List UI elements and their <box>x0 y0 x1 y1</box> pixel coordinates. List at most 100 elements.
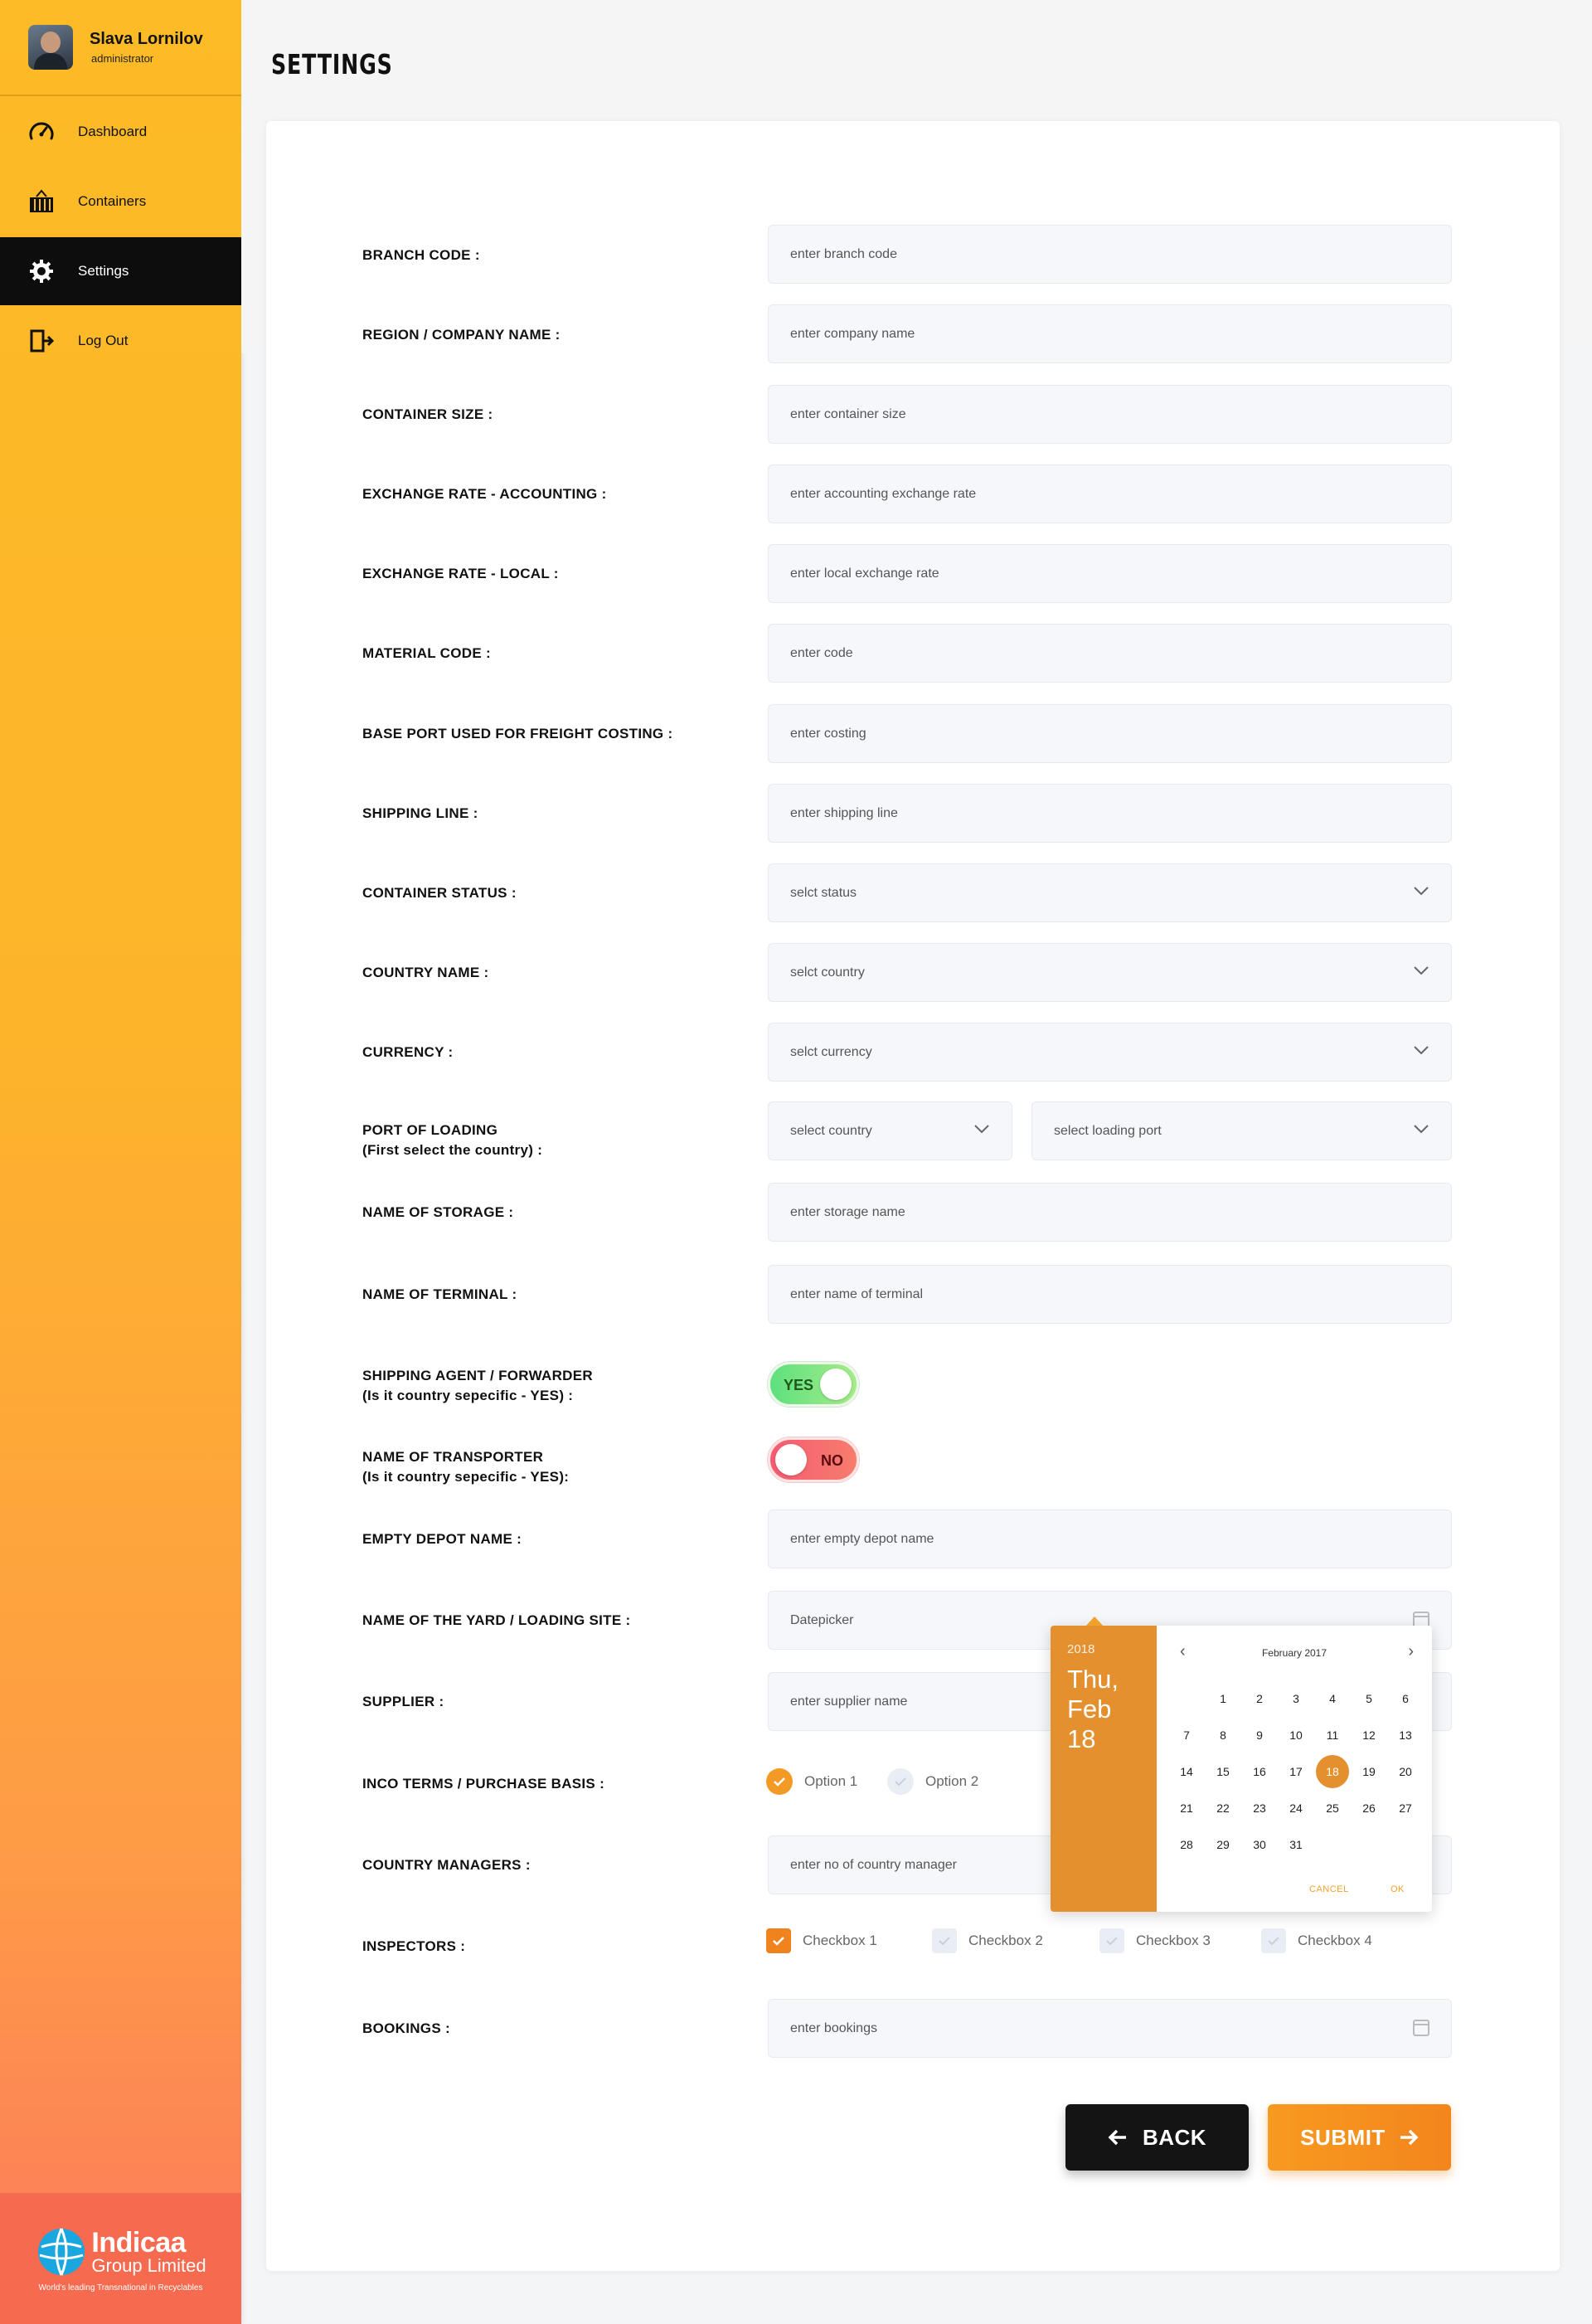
bookings-input[interactable]: enter bookings <box>768 1999 1452 2058</box>
datepicker-day-cell[interactable]: 17 <box>1279 1755 1313 1788</box>
submit-button-label: SUBMIT <box>1300 2124 1386 2150</box>
datepicker-day-cell[interactable]: 3 <box>1279 1682 1313 1715</box>
datepicker-day-cell[interactable]: 4 <box>1316 1682 1349 1715</box>
nav-item-settings[interactable]: Settings <box>0 237 241 305</box>
datepicker-cancel-button[interactable]: CANCEL <box>1309 1884 1349 1894</box>
back-button[interactable]: BACK <box>1065 2104 1249 2171</box>
base-port-input[interactable]: enter costing <box>768 704 1452 763</box>
datepicker-day-cell[interactable]: 11 <box>1316 1719 1349 1752</box>
nav-label-dashboard: Dashboard <box>78 124 148 139</box>
label-port-loading-line1: PORT OF LOADING <box>362 1122 498 1138</box>
datepicker-day-cell[interactable]: 8 <box>1206 1719 1240 1752</box>
datepicker-day-cell[interactable]: 19 <box>1352 1755 1386 1788</box>
label-inco-terms: INCO TERMS / PURCHASE BASIS : <box>362 1776 605 1792</box>
container-size-input[interactable]: enter container size <box>768 385 1452 444</box>
datepicker-day-cell[interactable]: 30 <box>1243 1828 1276 1861</box>
datepicker-day-cell[interactable]: 2 <box>1243 1682 1276 1715</box>
datepicker-day-cell[interactable]: 28 <box>1170 1828 1203 1861</box>
label-rate-local: EXCHANGE RATE - LOCAL : <box>362 566 559 581</box>
datepicker-day-cell[interactable]: 16 <box>1243 1755 1276 1788</box>
inspector-checkbox-1-label: Checkbox 1 <box>803 1933 877 1948</box>
yard-datepicker-value: Datepicker <box>790 1612 854 1627</box>
label-shipping-agent-line2: (Is it country sepecific - YES) : <box>362 1388 574 1403</box>
label-company-name: REGION / COMPANY NAME : <box>362 327 561 343</box>
inspector-checkbox-2-label: Checkbox 2 <box>968 1933 1043 1948</box>
datepicker-day-cell[interactable]: 14 <box>1170 1755 1203 1788</box>
radio-checked-icon <box>766 1768 793 1795</box>
datepicker-day-cell[interactable]: 25 <box>1316 1792 1349 1825</box>
datepicker-year[interactable]: 2018 <box>1067 1642 1140 1656</box>
datepicker-popup: 2018 Thu, Feb 18 ‹ February 2017 › 12345… <box>1051 1617 1432 1912</box>
country-name-value: selct country <box>790 965 865 980</box>
chevron-down-icon <box>1414 1046 1429 1055</box>
checkbox-unchecked-icon <box>1261 1928 1286 1953</box>
container-status-select[interactable]: selct status <box>768 863 1452 922</box>
label-shipping-agent: SHIPPING AGENT / FORWARDER (Is it countr… <box>362 1366 593 1406</box>
brand-name: Indicaa <box>91 2226 187 2258</box>
datepicker-day-cell[interactable]: 6 <box>1389 1682 1422 1715</box>
accounting-rate-input[interactable]: enter accounting exchange rate <box>768 464 1452 523</box>
port-country-select[interactable]: select country <box>768 1101 1012 1160</box>
datepicker-day-cell[interactable]: 21 <box>1170 1792 1203 1825</box>
brand-tagline: World's leading Transnational in Recycla… <box>38 2283 203 2292</box>
nav-label-logout: Log Out <box>78 333 129 348</box>
datepicker-day-cell[interactable]: 24 <box>1279 1792 1313 1825</box>
datepicker-calendar: ‹ February 2017 › 1 2 3 4 5 6 7 8 9 10 11 12 13 14 15 1… <box>1157 1626 1432 1912</box>
datepicker-day-cell[interactable]: 23 <box>1243 1792 1276 1825</box>
datepicker-month-title: February 2017 <box>1261 1647 1327 1659</box>
company-name-input[interactable]: enter company name <box>768 304 1452 363</box>
datepicker-day-cell[interactable]: 22 <box>1206 1792 1240 1825</box>
datepicker-day-cell[interactable]: 1 <box>1206 1682 1240 1715</box>
inspector-checkbox-4[interactable]: Checkbox 4 <box>1261 1928 1372 1953</box>
label-port-loading: PORT OF LOADING (First select the countr… <box>362 1121 542 1160</box>
inspector-checkbox-1[interactable]: Checkbox 1 <box>766 1928 877 1953</box>
datepicker-day-cell[interactable]: 31 <box>1279 1828 1313 1861</box>
sidebar: Slava Lornilov administrator Dashboard C… <box>0 0 241 2324</box>
datepicker-day-cell[interactable]: 20 <box>1389 1755 1422 1788</box>
terminal-input[interactable]: enter name of terminal <box>768 1265 1452 1324</box>
datepicker-ok-button[interactable]: OK <box>1391 1884 1405 1894</box>
empty-depot-input[interactable]: enter empty depot name <box>768 1510 1452 1568</box>
chevron-right-icon[interactable]: › <box>1408 1642 1414 1661</box>
loading-port-value: select loading port <box>1054 1123 1162 1138</box>
datepicker-day-cell[interactable]: 10 <box>1279 1719 1313 1752</box>
company-logo: Indicaa Group Limited World's leading Tr… <box>35 2225 206 2292</box>
datepicker-day-cell[interactable]: 5 <box>1352 1682 1386 1715</box>
datepicker-day-cell[interactable]: 27 <box>1389 1792 1422 1825</box>
bookings-value: enter bookings <box>790 2020 877 2035</box>
datepicker-day-cell[interactable]: 12 <box>1352 1719 1386 1752</box>
inspector-checkbox-3[interactable]: Checkbox 3 <box>1099 1928 1211 1953</box>
loading-port-select[interactable]: select loading port <box>1031 1101 1452 1160</box>
checkbox-unchecked-icon <box>1099 1928 1124 1953</box>
country-name-select[interactable]: selct country <box>768 943 1452 1002</box>
submit-button[interactable]: SUBMIT <box>1268 2104 1451 2171</box>
local-rate-input[interactable]: enter local exchange rate <box>768 544 1452 603</box>
material-code-input[interactable]: enter code <box>768 624 1452 683</box>
back-button-label: BACK <box>1142 2124 1207 2150</box>
nav-item-containers[interactable]: Containers <box>0 168 241 236</box>
label-supplier: SUPPLIER : <box>362 1694 444 1709</box>
label-container-size: CONTAINER SIZE : <box>362 406 493 422</box>
datepicker-day-cell[interactable]: 9 <box>1243 1719 1276 1752</box>
branch-code-input[interactable]: enter branch code <box>768 225 1452 284</box>
datepicker-day-cell[interactable]: 18 <box>1316 1755 1349 1788</box>
checkbox-unchecked-icon <box>932 1928 957 1953</box>
datepicker-day-cell[interactable]: 26 <box>1352 1792 1386 1825</box>
inco-option-2[interactable]: Option 2 <box>887 1768 978 1795</box>
label-country-managers: COUNTRY MANAGERS : <box>362 1857 531 1873</box>
shipping-agent-toggle[interactable]: YES <box>768 1362 859 1407</box>
datepicker-day-cell[interactable]: 7 <box>1170 1719 1203 1752</box>
user-profile: Slava Lornilov administrator <box>0 0 241 96</box>
inspector-checkbox-2[interactable]: Checkbox 2 <box>932 1928 1043 1953</box>
shipping-line-input[interactable]: enter shipping line <box>768 784 1452 843</box>
inco-option-1[interactable]: Option 1 <box>766 1768 857 1795</box>
label-branch-code: BRANCH CODE : <box>362 247 480 263</box>
transporter-toggle[interactable]: NO <box>768 1437 859 1482</box>
currency-select[interactable]: selct currency <box>768 1023 1452 1082</box>
storage-input[interactable]: enter storage name <box>768 1183 1452 1242</box>
datepicker-day-cell[interactable]: 13 <box>1389 1719 1422 1752</box>
datepicker-day-cell[interactable]: 15 <box>1206 1755 1240 1788</box>
nav-item-dashboard[interactable]: Dashboard <box>0 98 241 166</box>
datepicker-day-cell[interactable]: 29 <box>1206 1828 1240 1861</box>
nav-item-logout[interactable]: Log Out <box>0 307 241 375</box>
